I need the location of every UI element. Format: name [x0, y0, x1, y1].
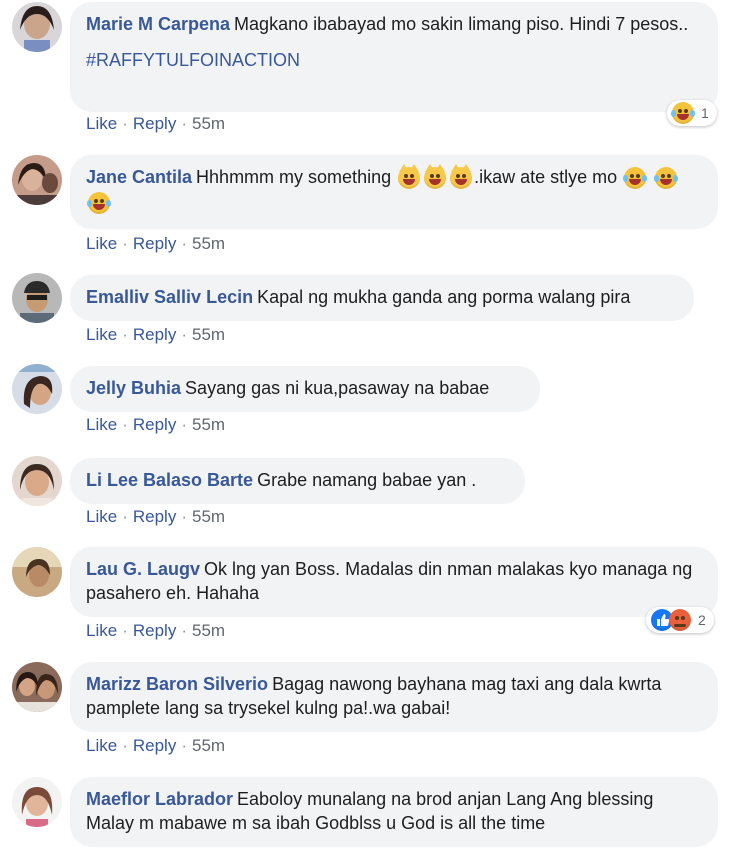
comment-bubble: Li Lee Balaso Barte Grabe namang babae ya… — [70, 458, 525, 504]
comment-bubble: Marie M Carpena Magkano ibabayad mo sakin… — [70, 2, 718, 112]
comment-actions: Like · Reply · 55m — [86, 114, 226, 133]
comment-text: Magkano ibabayad mo sakin limang piso. H… — [234, 14, 689, 34]
timestamp[interactable]: 55m — [192, 621, 225, 640]
avatar[interactable] — [12, 2, 62, 52]
reaction-count: 1 — [701, 105, 709, 121]
comment-bubble: Maeflor Labrador Eaboloy munalang na brod… — [70, 777, 718, 847]
avatar[interactable] — [12, 547, 62, 597]
avatar[interactable] — [12, 777, 62, 827]
comment-actions: Like · Reply · 55m — [86, 325, 226, 344]
avatar[interactable] — [12, 662, 62, 712]
avatar[interactable] — [12, 364, 62, 414]
smiling-cat-icon — [450, 164, 473, 190]
comment-text: Grabe namang babae yan . — [257, 470, 477, 490]
timestamp[interactable]: 55m — [192, 114, 225, 133]
haha-emoji-icon — [623, 167, 648, 190]
comment-author[interactable]: Jelly Buhia — [86, 378, 181, 398]
angry-reaction-icon — [669, 609, 691, 631]
smiling-cat-icon — [398, 164, 421, 190]
comment-author[interactable]: Li Lee Balaso Barte — [86, 470, 253, 490]
timestamp[interactable]: 55m — [192, 415, 225, 434]
timestamp[interactable]: 55m — [192, 507, 225, 526]
like-link[interactable]: Like — [86, 234, 117, 253]
comment-text-continued: .ikaw ate stlye mo — [474, 167, 618, 187]
comment-actions: Like · Reply · 55m — [86, 415, 226, 434]
timestamp[interactable]: 55m — [192, 325, 225, 344]
like-link[interactable]: Like — [86, 415, 117, 434]
reply-link[interactable]: Reply — [133, 234, 176, 253]
timestamp[interactable]: 55m — [192, 234, 225, 253]
comment-author[interactable]: Emalliv Salliv Lecin — [86, 287, 253, 307]
reply-link[interactable]: Reply — [133, 507, 176, 526]
comment-actions: Like · Reply · 55m — [86, 234, 226, 253]
comment-actions: Like · Reply · 55m — [86, 736, 226, 755]
comment-text: Kapal ng mukha ganda ang porma walang pi… — [257, 287, 631, 307]
reply-link[interactable]: Reply — [133, 415, 176, 434]
haha-emoji-icon — [87, 191, 111, 214]
haha-reaction-icon — [671, 102, 695, 124]
avatar[interactable] — [12, 155, 62, 205]
avatar[interactable] — [12, 273, 62, 323]
comment-bubble: Jane Cantila Hhhmmm my something .ikaw at… — [70, 155, 718, 229]
haha-emoji-icon — [654, 167, 679, 190]
like-link[interactable]: Like — [86, 736, 117, 755]
comment-author[interactable]: Lau G. Laugv — [86, 559, 200, 579]
reaction-summary[interactable]: 1 — [667, 100, 717, 126]
comment-bubble: Marizz Baron Silverio Bagag nawong bayhan… — [70, 662, 718, 732]
comment-bubble: Lau G. Laugv Ok lng yan Boss. Madalas din… — [70, 547, 718, 617]
reaction-count: 2 — [698, 612, 706, 628]
reply-link[interactable]: Reply — [133, 621, 176, 640]
reply-link[interactable]: Reply — [133, 736, 176, 755]
hashtag-link[interactable]: #RAFFYTULFOINACTION — [86, 48, 702, 72]
comment-bubble: Jelly Buhia Sayang gas ni kua,pasaway na … — [70, 366, 540, 412]
reaction-summary[interactable]: 2 — [646, 607, 714, 633]
timestamp[interactable]: 55m — [192, 736, 225, 755]
like-link[interactable]: Like — [86, 325, 117, 344]
comment-bubble: Emalliv Salliv Lecin Kapal ng mukha ganda… — [70, 275, 694, 321]
comment-author[interactable]: Marie M Carpena — [86, 14, 230, 34]
like-link[interactable]: Like — [86, 114, 117, 133]
like-link[interactable]: Like — [86, 507, 117, 526]
comment-actions: Like · Reply · 55m — [86, 507, 226, 526]
comment-text: Sayang gas ni kua,pasaway na babae — [185, 378, 490, 398]
avatar[interactable] — [12, 456, 62, 506]
reply-link[interactable]: Reply — [133, 325, 176, 344]
comment-author[interactable]: Jane Cantila — [86, 167, 192, 187]
comment-text: Hhhmmm my something — [196, 167, 392, 187]
reply-link[interactable]: Reply — [133, 114, 176, 133]
comment-author[interactable]: Marizz Baron Silverio — [86, 674, 268, 694]
smiling-cat-icon — [424, 164, 447, 190]
like-link[interactable]: Like — [86, 621, 117, 640]
comment-author[interactable]: Maeflor Labrador — [86, 789, 233, 809]
comment-actions: Like · Reply · 55m — [86, 621, 226, 640]
